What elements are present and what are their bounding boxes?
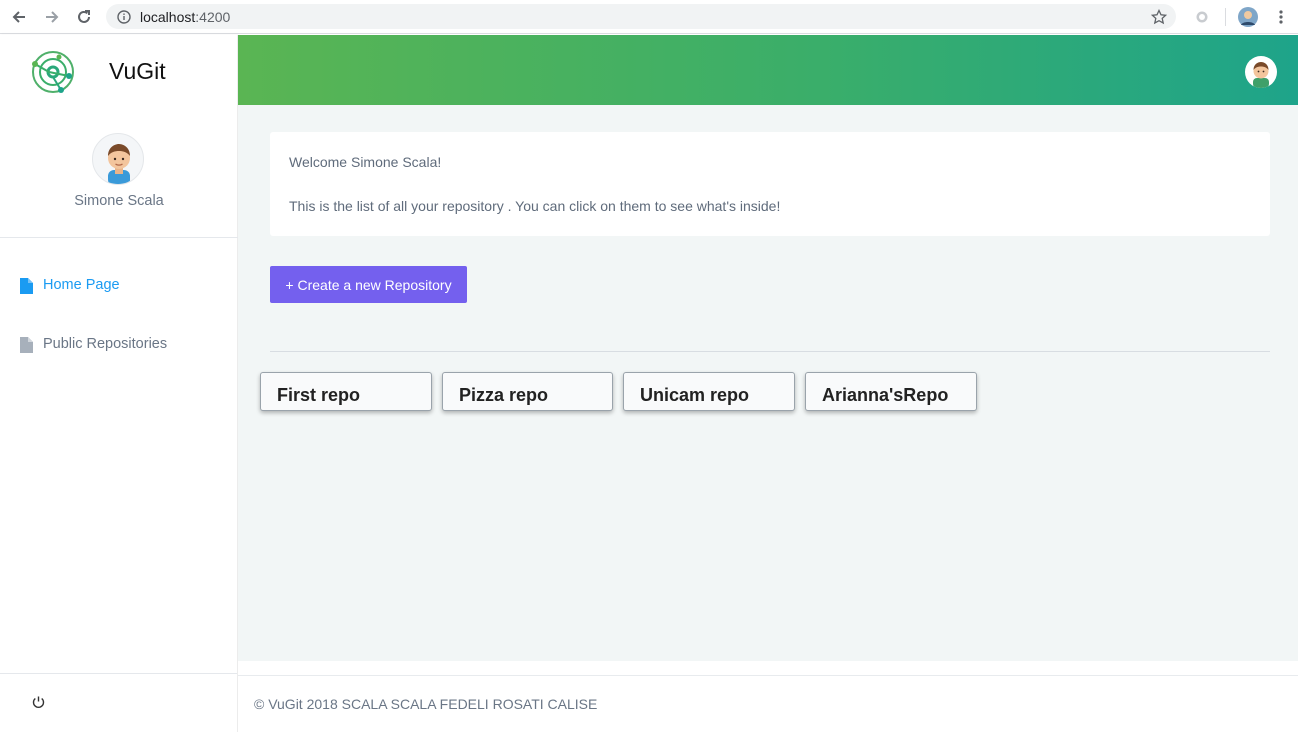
file-icon (19, 277, 34, 295)
repo-button-first-repo[interactable]: First repo (260, 372, 432, 411)
avatar[interactable] (92, 133, 144, 185)
footer-copyright: © VuGit 2018 SCALA SCALA FEDELI ROSATI C… (254, 696, 598, 712)
extension-icon[interactable] (1191, 6, 1213, 28)
user-avatar-icon[interactable] (1237, 6, 1259, 28)
top-header (238, 35, 1298, 105)
brand-name: VuGit (109, 58, 166, 84)
url-text: localhost:4200 (140, 9, 230, 25)
browser-toolbar: localhost:4200 (0, 0, 1298, 34)
brand[interactable]: VuGit (0, 35, 238, 105)
file-icon (19, 336, 34, 354)
welcome-card: Welcome Simone Scala! This is the list o… (270, 132, 1270, 236)
info-icon[interactable] (115, 8, 132, 25)
url-port: :4200 (195, 9, 231, 25)
power-icon[interactable] (31, 695, 46, 710)
welcome-description: This is the list of all your repository … (289, 198, 781, 214)
star-icon[interactable] (1150, 8, 1167, 25)
divider (270, 351, 1270, 352)
menu-dots-icon[interactable] (1270, 6, 1292, 28)
sidebar-item-label: Public Repositories (43, 336, 168, 352)
user-profile: Simone Scala (0, 105, 238, 238)
sidebar-item-public-repositories[interactable]: Public Repositories (0, 325, 237, 365)
toolbar-divider (1225, 8, 1226, 26)
sidebar: VuGit Simone Scala Home Page Public Repo… (0, 35, 238, 732)
header-avatar[interactable] (1245, 56, 1277, 88)
vugit-logo-icon (29, 48, 77, 96)
repo-button-ariannas-repo[interactable]: Arianna'sRepo (805, 372, 977, 411)
welcome-greeting: Welcome Simone Scala! (289, 154, 442, 170)
footer-divider (238, 675, 1298, 676)
sidebar-footer (0, 673, 237, 732)
back-arrow-icon[interactable] (8, 6, 30, 28)
footer: © VuGit 2018 SCALA SCALA FEDELI ROSATI C… (238, 661, 1298, 732)
profile-name: Simone Scala (74, 193, 164, 209)
url-host: localhost (140, 9, 196, 25)
reload-icon[interactable] (73, 6, 95, 28)
main-content: Welcome Simone Scala! This is the list o… (238, 105, 1298, 661)
repo-button-pizza-repo[interactable]: Pizza repo (442, 372, 613, 411)
create-repository-button[interactable]: + Create a new Repository (270, 266, 467, 303)
repo-button-unicam-repo[interactable]: Unicam repo (623, 372, 795, 411)
address-bar[interactable]: localhost:4200 (106, 4, 1176, 29)
forward-arrow-icon[interactable] (41, 6, 63, 28)
sidebar-item-home-page[interactable]: Home Page (0, 266, 237, 306)
sidebar-item-label: Home Page (43, 277, 120, 293)
